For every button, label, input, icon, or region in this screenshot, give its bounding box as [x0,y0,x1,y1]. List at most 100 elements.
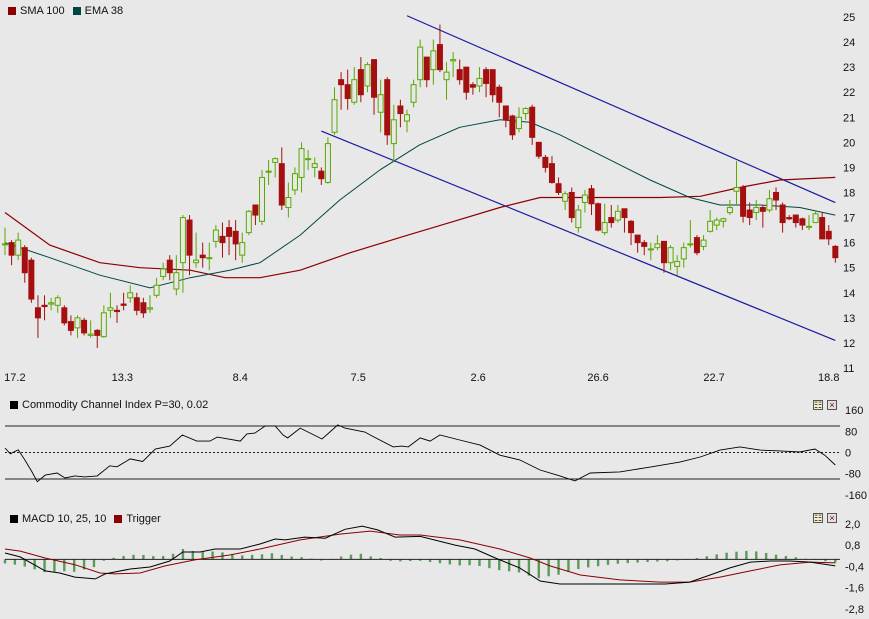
candle-down [8,242,15,256]
candle-down [529,106,536,138]
candle-down [799,218,806,226]
candle-down [344,84,351,99]
macd-histogram-bar [498,559,501,571]
candle-down [502,105,509,121]
macd-histogram-bar [250,554,254,560]
candle-down [535,141,542,157]
macd-histogram-bar [181,549,185,560]
price-x-tick: 8.4 [233,372,248,384]
candle-up [713,219,720,226]
macd-histogram-bar [280,554,283,560]
cci-line [4,424,836,483]
candle-down [21,247,28,274]
candle-down [133,297,140,311]
price-y-tick: 11 [843,363,854,375]
candle-up [516,116,523,130]
candle-down [384,79,391,136]
macd-close-icon[interactable]: × [827,513,837,523]
candle-up [127,292,134,299]
candle-down [463,66,470,93]
candle-down [568,191,575,219]
macd-histogram-bar [3,559,7,564]
macd-y-tick: 0,8 [845,540,860,552]
price-x-tick: 26.6 [587,372,608,384]
candle-up [212,229,219,242]
price-x-tick: 2.6 [471,372,486,384]
candle-up [687,243,694,246]
macd-histogram-bar [557,559,560,575]
price-y-tick: 22 [843,87,855,99]
candle-down [34,307,41,319]
macd-histogram-bar [349,554,353,560]
candle-up [410,84,417,103]
candle-down [469,84,476,88]
candle-up [173,272,180,290]
candle-down [61,307,68,324]
candle-up [107,307,114,311]
candle-down [786,217,793,220]
price-x-tick: 22.7 [703,372,724,384]
candle-up [351,79,358,103]
main-legend: SMA 100 EMA 38 [8,5,123,17]
candle-up [476,77,483,87]
candle-up [581,194,588,204]
candle-down [740,186,747,217]
price-y-tick: 18 [843,187,855,199]
candle-down [542,156,549,168]
macd-histogram-bar [438,559,442,564]
candle-down [641,242,648,247]
candle-down [67,321,74,331]
candle-up [259,176,266,222]
candle-up [726,207,733,214]
candle-up [87,333,94,336]
cci-y-tick: -160 [845,490,867,502]
macd-options-icon[interactable]: ☷ [813,513,823,523]
macd-histogram-bar [587,559,590,568]
candle-up [54,297,61,306]
candle-up [403,114,410,122]
macd-histogram-bar [72,559,76,572]
candle-up [674,260,681,267]
candle-up [179,217,186,264]
price-y-tick: 17 [843,213,855,225]
candle-up [272,158,279,163]
candle-up [614,210,621,221]
candle-up [48,302,55,305]
trigger-legend-swatch [114,515,123,523]
macd-histogram-bar [606,559,610,565]
candle-up [245,210,252,234]
cci-options-icon[interactable]: ☷ [813,400,823,410]
candle-up [305,158,312,161]
macd-histogram-bar [478,559,481,567]
candle-down [746,209,753,219]
macd-histogram-bar [577,559,580,570]
candle-down [819,217,826,240]
candle-up [720,218,727,222]
trigger-legend-label: Trigger [126,513,161,525]
macd-histogram-bar [507,559,511,572]
cci-legend-swatch [10,401,18,409]
cci-close-icon[interactable]: × [827,400,837,410]
price-y-tick: 14 [843,288,855,300]
lower-channel-trendline [321,130,836,341]
candle-up [291,173,298,191]
macd-histogram-bar [132,554,135,560]
candle-up [2,243,8,246]
macd-legend-swatch [10,515,18,523]
macd-histogram-bar [161,555,165,560]
macd-legend: MACD 10, 25, 10 Trigger [10,513,161,525]
candle-up [324,143,331,183]
macd-histogram-bar [241,555,244,560]
candle-up [667,247,674,264]
candle-up [331,99,338,133]
candle-up [417,46,424,81]
candle-up [647,248,654,251]
candle-up [298,148,305,178]
macd-y-tick: -1,6 [845,583,864,595]
cci-legend: Commodity Channel Index P=30, 0.02 [10,399,208,411]
macd-histogram-bar [616,559,620,564]
macd-histogram-bar [567,559,570,572]
ema-legend-swatch [72,7,81,15]
candle-down [693,237,700,254]
candle-down [779,204,786,224]
